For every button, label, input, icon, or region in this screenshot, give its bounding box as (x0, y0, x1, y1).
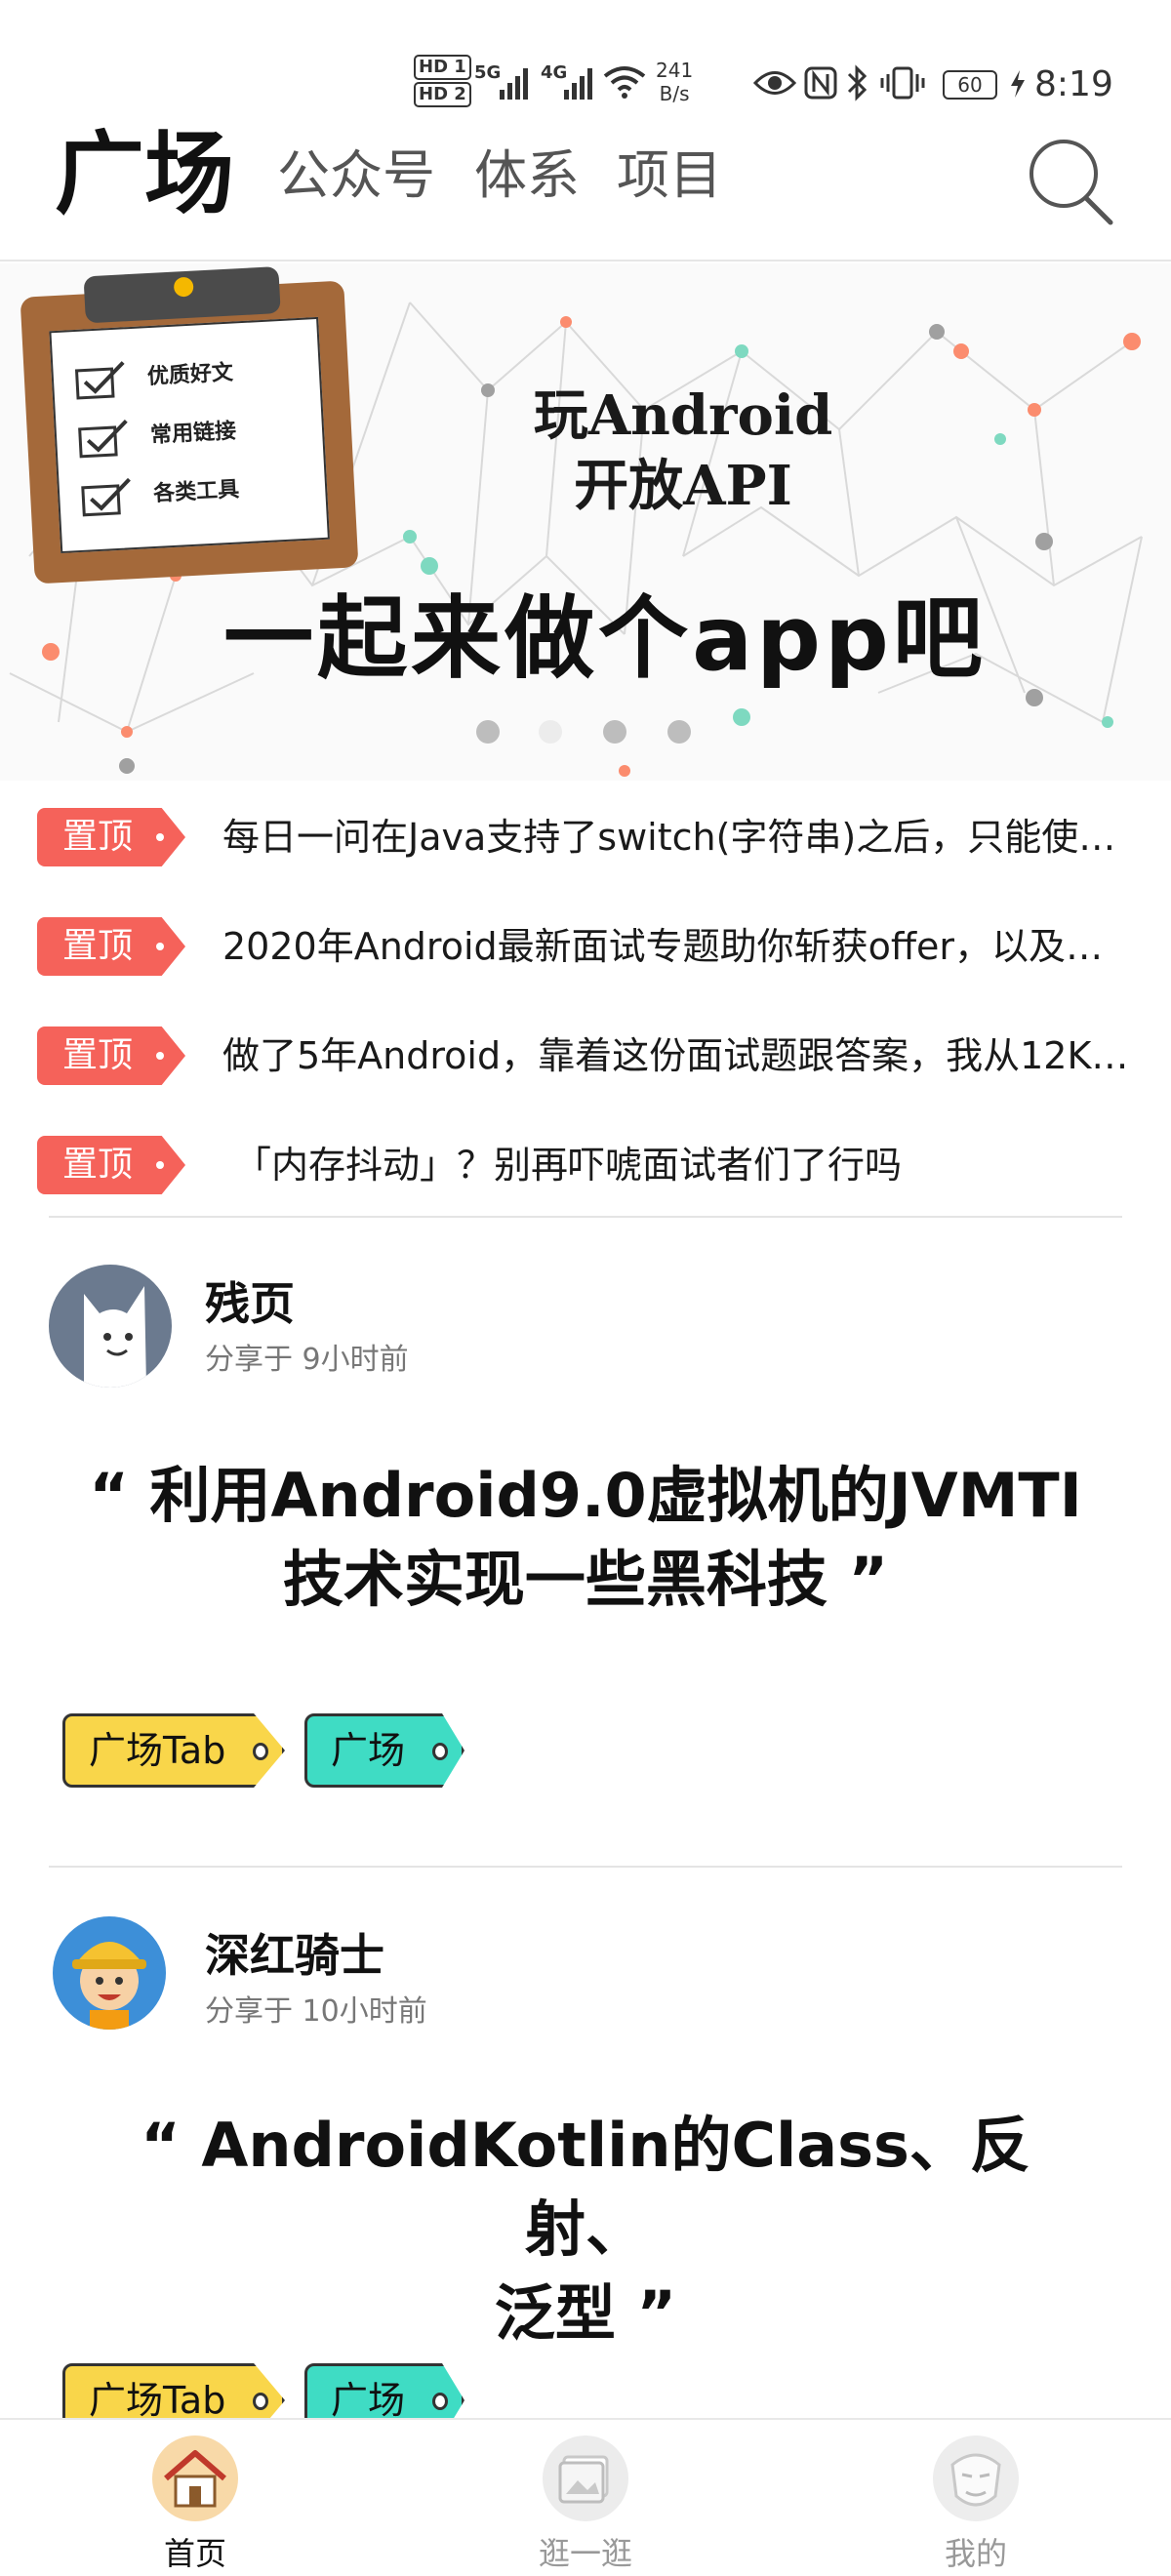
carousel-dot[interactable] (539, 720, 562, 744)
search-icon[interactable] (1027, 135, 1114, 228)
nav-explore[interactable]: 逛一逛 (390, 2420, 781, 2576)
article-title[interactable]: “ 利用Android9.0虚拟机的JVMTI 技术实现一些黑科技 ” (88, 1454, 1083, 1622)
pinned-badge: 置顶 (37, 1026, 185, 1085)
banner-title: 玩Android 开放API (488, 381, 878, 521)
pinned-item[interactable]: 置顶 做了5年Android，靠着这份面试题跟答案，我从12K变成了30K (0, 999, 1171, 1108)
clipboard-item: 常用链接 (149, 419, 237, 449)
charging-icon (1011, 70, 1025, 98)
network-speed-unit: B/s (659, 82, 690, 105)
tag-square[interactable]: 广场 (304, 1713, 464, 1788)
pinned-title[interactable]: 「内存抖动」？别再吓唬面试者们了行吗 (234, 1134, 1151, 1196)
divider (49, 1216, 1122, 1218)
mask-face-icon (933, 2435, 1019, 2521)
hd-indicator: HD 1 HD 2 (414, 55, 471, 109)
vibrate-icon (880, 66, 925, 100)
divider (49, 1866, 1122, 1868)
tag-label: 广场 (331, 1729, 406, 1772)
tag-hole-icon (253, 1743, 268, 1760)
author-name[interactable]: 残页 (205, 1268, 295, 1333)
tab-official-accounts[interactable]: 公众号 (277, 137, 435, 215)
tag-square-tab[interactable]: 广场Tab (62, 1713, 285, 1788)
nav-label: 首页 (163, 2535, 226, 2572)
article-title[interactable]: “ AndroidKotlin的Class、反射、 泛型 ” (88, 2104, 1083, 2355)
tag-hole-icon (432, 1743, 448, 1760)
hd1-badge: HD 1 (414, 55, 471, 80)
avatar[interactable] (53, 1916, 166, 2030)
signal-strength-icon (564, 68, 592, 100)
tab-system[interactable]: 体系 (474, 137, 580, 215)
article-card[interactable]: 残页 分享于 9小时前 “ 利用Android9.0虚拟机的JVMTI 技术实现… (0, 1265, 1171, 1866)
tag-hole-icon (432, 2393, 448, 2410)
clipboard-illustration: 优质好文 常用链接 各类工具 (20, 265, 359, 584)
clipboard-item: 各类工具 (152, 477, 240, 506)
avatar[interactable] (49, 1265, 172, 1388)
pinned-title[interactable]: 2020年Android最新面试专题助你斩获offer，以及如何准备面试 (222, 915, 1140, 978)
hd2-badge: HD 2 (414, 82, 471, 107)
article-title-line: “ 利用Android9.0虚拟机的JVMTI (89, 1460, 1082, 1531)
pinned-item[interactable]: 置顶 2020年Android最新面试专题助你斩获offer，以及如何准备面试 (0, 890, 1171, 999)
nav-label: 逛一逛 (538, 2535, 632, 2572)
wifi-icon (603, 66, 646, 99)
worker-avatar-icon (72, 1942, 146, 2030)
bluetooth-icon (847, 64, 868, 101)
checkbox-icons (74, 361, 131, 517)
pinned-title[interactable]: 每日一问在Java支持了switch(字符串)之后，只能使用switch(字符串… (222, 806, 1140, 868)
nav-mine[interactable]: 我的 (781, 2420, 1171, 2576)
article-title-line: “ AndroidKotlin的Class、反射、 (141, 2110, 1030, 2265)
home-icon (152, 2435, 238, 2521)
nfc-icon (804, 66, 837, 100)
signal-strength-icon (500, 68, 528, 100)
status-bar: HD 1 HD 2 5G 4G 241 B/s 60 8:19 (0, 0, 1171, 117)
pinned-badge: 置顶 (37, 917, 185, 976)
eye-icon (753, 71, 796, 95)
clipboard-item: 优质好文 (146, 360, 234, 390)
pinned-item[interactable]: 置顶 「内存抖动」？别再吓唬面试者们了行吗 (0, 1108, 1171, 1218)
share-time: 分享于 9小时前 (205, 1343, 409, 1377)
banner-title-line2: 开放API (574, 454, 792, 518)
tag-label: 广场Tab (89, 2379, 226, 2422)
nav-home[interactable]: 首页 (0, 2420, 390, 2576)
gallery-icon (543, 2435, 628, 2521)
carousel-dot[interactable] (603, 720, 626, 744)
tab-square[interactable]: 广场 (55, 121, 234, 228)
carousel-dot[interactable] (476, 720, 500, 744)
pinned-badge: 置顶 (37, 808, 185, 866)
top-tab-bar: 广场 公众号 体系 项目 (0, 117, 1171, 262)
bottom-navigation: 首页 逛一逛 我的 (0, 2418, 1171, 2576)
clock: 8:19 (1034, 64, 1113, 104)
app-screen: HD 1 HD 2 5G 4G 241 B/s 60 8:19 广场 公众号 体… (0, 0, 1171, 2576)
network-speed: 241 B/s (656, 59, 693, 105)
battery-indicator: 60 (943, 70, 997, 100)
article-title-line: 泛型 ” (494, 2277, 677, 2349)
network-speed-value: 241 (656, 59, 694, 82)
article-card[interactable]: 深红骑士 分享于 10小时前 “ AndroidKotlin的Class、反射、… (0, 1916, 1171, 2437)
article-title-line: 技术实现一些黑科技 ” (282, 1544, 889, 1615)
nav-label: 我的 (944, 2535, 1007, 2572)
pinned-badge: 置顶 (37, 1136, 185, 1194)
banner-carousel[interactable]: 优质好文 常用链接 各类工具 玩Android 开放API 一起来做个app吧 (0, 263, 1171, 781)
banner-title-line1: 玩Android (533, 383, 833, 448)
author-name[interactable]: 深红骑士 (205, 1920, 384, 1985)
tab-projects[interactable]: 项目 (617, 137, 722, 215)
carousel-dot[interactable] (667, 720, 691, 744)
tag-label: 广场 (331, 2379, 406, 2422)
pinned-item[interactable]: 置顶 每日一问在Java支持了switch(字符串)之后，只能使用switch(… (0, 781, 1171, 890)
cat-avatar-icon (84, 1286, 146, 1388)
tag-hole-icon (253, 2393, 268, 2410)
share-time: 分享于 10小时前 (205, 1994, 427, 2029)
pinned-title[interactable]: 做了5年Android，靠着这份面试题跟答案，我从12K变成了30K (222, 1025, 1140, 1087)
tag-label: 广场Tab (89, 1729, 226, 1772)
banner-slogan: 一起来做个app吧 (223, 586, 987, 691)
